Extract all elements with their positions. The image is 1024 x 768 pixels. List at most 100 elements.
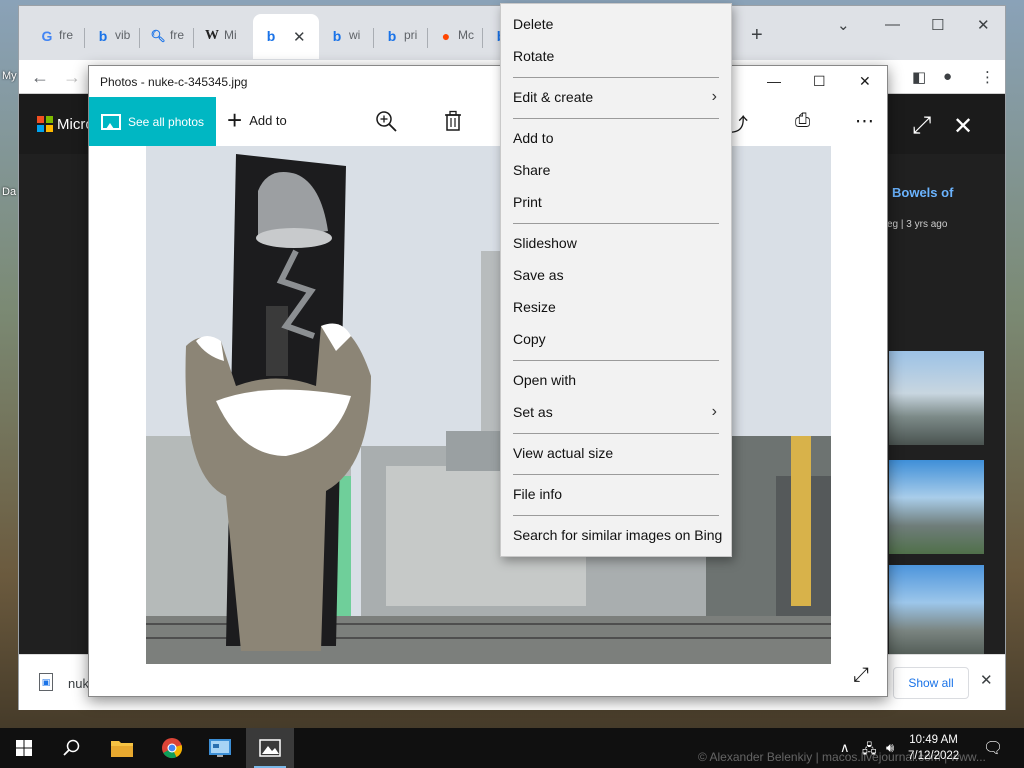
tab-label: vib xyxy=(115,28,131,42)
related-image-thumbnail[interactable] xyxy=(889,565,984,659)
back-arrow-icon[interactable]: ← xyxy=(31,67,49,88)
photos-app-button[interactable] xyxy=(246,728,294,768)
google-icon: G xyxy=(41,28,53,44)
control-panel-icon xyxy=(209,739,231,757)
file-explorer-button[interactable] xyxy=(98,728,146,768)
search-button[interactable] xyxy=(48,728,96,768)
wallpaper-watermark: © Alexander Belenkiy | macos.livejournal… xyxy=(698,750,986,764)
menu-item-slideshow[interactable]: Slideshow xyxy=(501,229,731,257)
add-to-label: Add to xyxy=(249,112,287,128)
browser-tab[interactable]: b pri xyxy=(374,14,428,59)
close-download-bar-icon[interactable]: ✕ xyxy=(980,671,993,689)
maximize-icon[interactable]: ☐ xyxy=(931,16,944,34)
chevron-right-icon: › xyxy=(711,403,717,420)
menu-item-label: View actual size xyxy=(513,445,614,461)
browser-tab[interactable]: ● Mc xyxy=(428,14,483,59)
control-panel-button[interactable] xyxy=(196,728,244,768)
microsoft-logo-icon xyxy=(37,116,53,132)
windows-logo-icon xyxy=(16,740,32,756)
menu-item-edit-create[interactable]: Edit & create › xyxy=(501,83,731,111)
menu-item-share[interactable]: Share xyxy=(501,156,731,184)
menu-item-view-actual-size[interactable]: View actual size xyxy=(501,439,731,467)
chrome-button[interactable] xyxy=(148,728,196,768)
photos-icon xyxy=(259,739,281,757)
related-image-thumbnail[interactable] xyxy=(889,460,984,554)
menu-item-label: Edit & create xyxy=(513,89,594,105)
menu-item-add-to[interactable]: Add to xyxy=(501,124,731,152)
search-icon xyxy=(63,739,80,756)
close-icon[interactable]: ✕ xyxy=(977,16,990,34)
close-icon[interactable]: ✕ xyxy=(859,73,871,90)
browser-tab[interactable]: b wi xyxy=(319,14,374,59)
menu-item-label: Rotate xyxy=(513,48,555,64)
close-tab-icon[interactable]: ✕ xyxy=(293,28,306,46)
browser-tab[interactable]: 🔍︎ fre xyxy=(140,14,194,59)
menu-item-label: Print xyxy=(513,194,542,210)
menu-item-copy[interactable]: Copy xyxy=(501,325,731,353)
see-all-photos-button[interactable]: See all photos xyxy=(89,97,216,146)
menu-divider xyxy=(513,433,719,434)
tab-label: fre xyxy=(170,28,185,42)
menu-item-search-bing[interactable]: Search for similar images on Bing xyxy=(501,521,731,549)
menu-item-label: Slideshow xyxy=(513,235,577,251)
see-all-label: See all photos xyxy=(128,114,205,129)
desktop-icon-label[interactable]: Da xyxy=(2,186,16,198)
menu-item-label: Delete xyxy=(513,16,554,32)
result-title[interactable]: Bowels of xyxy=(892,185,953,200)
context-menu: Delete Rotate Edit & create › Add to Shar… xyxy=(500,3,732,557)
tab-label: pri xyxy=(404,28,418,42)
more-options-icon[interactable]: ⋯ xyxy=(855,110,874,133)
menu-divider xyxy=(513,360,719,361)
menu-item-resize[interactable]: Resize xyxy=(501,293,731,321)
bing-icon: b xyxy=(387,28,397,44)
photos-toolbar: See all photos + Add to ⤴ ⎙ ⋯ xyxy=(89,97,887,146)
plus-icon: + xyxy=(227,105,243,135)
fullscreen-icon[interactable]: ⤢ xyxy=(912,112,931,140)
menu-item-label: Add to xyxy=(513,130,554,146)
menu-divider xyxy=(513,223,719,224)
reddit-icon: ● xyxy=(441,28,451,44)
browser-tab[interactable]: b vib xyxy=(85,14,140,59)
chevron-right-icon: › xyxy=(711,88,717,105)
start-button[interactable] xyxy=(0,728,48,768)
sidebar-icon[interactable]: ◧ xyxy=(912,68,926,86)
browser-tab[interactable]: W Mi xyxy=(194,14,249,59)
folder-icon xyxy=(111,741,133,757)
forward-arrow-icon[interactable]: → xyxy=(63,67,81,88)
browser-tab[interactable]: G fre xyxy=(29,14,85,59)
minimize-icon[interactable]: — xyxy=(767,73,781,89)
show-all-button[interactable]: Show all xyxy=(893,667,969,699)
print-icon[interactable]: ⎙ xyxy=(795,110,810,132)
delete-trash-icon[interactable] xyxy=(444,110,462,138)
add-to-button[interactable]: + Add to xyxy=(227,105,287,135)
related-image-thumbnail[interactable] xyxy=(889,351,984,445)
menu-item-print[interactable]: Print xyxy=(501,188,731,216)
minimize-icon[interactable]: — xyxy=(885,16,900,33)
tab-label: Mc xyxy=(458,28,474,42)
new-tab-icon[interactable]: + xyxy=(751,24,763,47)
tab-label: wi xyxy=(349,28,361,42)
zoom-in-icon[interactable] xyxy=(375,110,397,138)
menu-item-save-as[interactable]: Save as xyxy=(501,261,731,289)
profile-avatar-icon[interactable]: ● xyxy=(943,68,952,85)
menu-item-open-with[interactable]: Open with xyxy=(501,366,731,394)
expand-view-icon[interactable]: ⤢ xyxy=(853,664,869,687)
bing-icon: b xyxy=(332,28,342,44)
menu-item-label: Share xyxy=(513,162,551,178)
browser-tab-active[interactable]: b ✕ xyxy=(253,14,319,59)
chrome-icon xyxy=(162,738,183,759)
wikipedia-icon: W xyxy=(205,28,219,43)
menu-dots-icon[interactable]: ⋮ xyxy=(980,68,995,86)
menu-item-delete[interactable]: Delete xyxy=(501,10,731,38)
menu-item-set-as[interactable]: Set as › xyxy=(501,398,731,426)
maximize-icon[interactable]: ☐ xyxy=(813,73,826,90)
close-viewer-icon[interactable]: ✕ xyxy=(953,112,973,141)
download-file-name[interactable]: nuk xyxy=(68,676,89,691)
image-file-icon: ▣ xyxy=(39,673,53,691)
menu-item-rotate[interactable]: Rotate xyxy=(501,42,731,70)
desktop-icon-label[interactable]: My xyxy=(2,70,17,82)
tab-search-chevron-icon[interactable]: ⌄ xyxy=(837,16,850,34)
tab-label: Mi xyxy=(224,28,237,42)
notifications-icon[interactable]: 🗨︎ xyxy=(983,738,1003,758)
menu-item-file-info[interactable]: File info xyxy=(501,480,731,508)
